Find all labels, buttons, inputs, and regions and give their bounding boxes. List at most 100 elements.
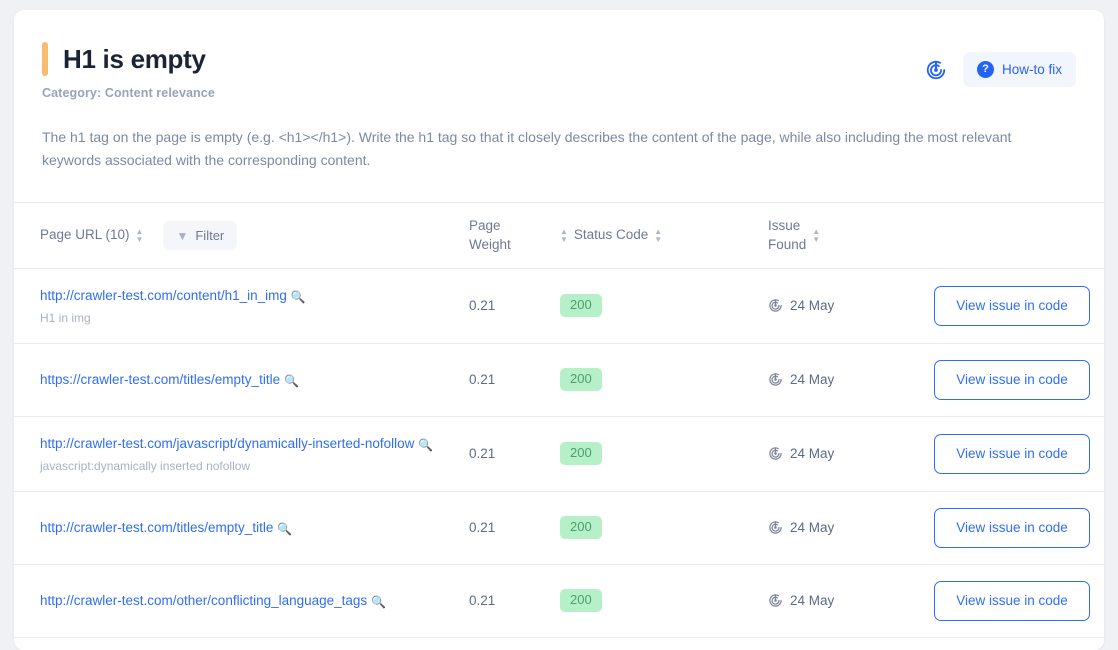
cell-issue-found: 24 May: [754, 564, 914, 638]
cell-issue-found: 24 May: [754, 416, 914, 492]
page-weight-value: 0.21: [469, 446, 496, 462]
issue-found-date: 24 May: [790, 372, 835, 388]
issue-detail-card: H1 is empty Category: Content relevance …: [14, 10, 1104, 650]
column-status-code: ▲ ▼ Status Code ▲ ▼: [554, 203, 754, 269]
cell-page-url: http://crawler-test.com/other/conflictin…: [14, 564, 469, 638]
card-header: H1 is empty Category: Content relevance …: [14, 10, 1104, 100]
radar-icon[interactable]: [923, 57, 949, 83]
column-issue-found: Issue Found ▲ ▼: [754, 203, 914, 269]
cell-status-code: 200: [554, 268, 754, 344]
table-row: http://crawler-test.com/content/h1_in_im…: [14, 268, 1104, 344]
page-weight-value: 0.21: [469, 298, 496, 314]
funnel-icon: ▼: [176, 228, 189, 243]
cell-page-url: https://crawler-test.com/titles/empty_ti…: [14, 343, 469, 417]
view-issue-in-code-button[interactable]: View issue in code: [934, 507, 1090, 548]
cell-issue-found: 24 May: [754, 268, 914, 344]
header-actions: ? How-to fix: [923, 52, 1076, 87]
radar-icon: [769, 373, 782, 386]
page-weight-value: 0.21: [469, 520, 496, 536]
accent-bar: [42, 42, 48, 76]
view-issue-in-code-button[interactable]: View issue in code: [934, 285, 1090, 326]
page-url-subtitle: H1 in img: [40, 311, 91, 326]
status-badge: 200: [560, 442, 602, 466]
cell-action: View issue in code: [914, 491, 1104, 565]
cell-action: View issue in code: [914, 564, 1104, 638]
how-to-fix-button[interactable]: ? How-to fix: [962, 52, 1076, 87]
table-row: https://crawler-test.com/titles/empty_ti…: [14, 343, 1104, 417]
page-url-subtitle: javascript:dynamically inserted nofollow: [40, 459, 251, 474]
page-weight-value: 0.21: [469, 372, 496, 388]
cell-status-code: 200: [554, 416, 754, 492]
page-url: http://crawler-test.com/content/h1_in_im…: [40, 285, 455, 306]
filter-button[interactable]: ▼ Filter: [163, 221, 238, 251]
table-row: http://crawler-test.com/titles/empty_tit…: [14, 491, 1104, 565]
cell-page-weight: 0.21: [469, 564, 554, 638]
status-badge: 200: [560, 294, 602, 318]
how-to-fix-label: How-to fix: [1001, 62, 1062, 77]
table-row: http://crawler-test.com/other/conflictin…: [14, 564, 1104, 638]
issue-category: Category: Content relevance: [42, 86, 215, 100]
radar-icon: [769, 299, 782, 312]
page-url: http://crawler-test.com/titles/empty_tit…: [40, 517, 455, 538]
issue-found-date: 24 May: [790, 446, 835, 462]
sort-icon-issue-found[interactable]: ▲ ▼: [812, 227, 820, 243]
table-header-row: Page URL (10) ▲ ▼ ▼ Filter Page Weight ▲…: [14, 203, 1104, 269]
cell-page-weight: 0.21: [469, 343, 554, 417]
search-icon[interactable]: 🔍: [284, 372, 299, 391]
cell-page-url: http://crawler-test.com/titles/empty_tit…: [14, 491, 469, 565]
cell-action: View issue in code: [914, 343, 1104, 417]
page-url-link[interactable]: http://crawler-test.com/titles/empty_tit…: [40, 520, 273, 535]
search-icon[interactable]: 🔍: [371, 593, 386, 612]
cell-status-code: 200: [554, 491, 754, 565]
cell-action: View issue in code: [914, 268, 1104, 344]
page-weight-value: 0.21: [469, 593, 496, 609]
title-row: H1 is empty: [42, 42, 1076, 76]
view-issue-in-code-button[interactable]: View issue in code: [934, 359, 1090, 400]
page-url-link[interactable]: http://crawler-test.com/content/h1_in_im…: [40, 288, 287, 303]
cell-status-code: 200: [554, 343, 754, 417]
page-url: https://crawler-test.com/titles/empty_ti…: [40, 369, 455, 390]
column-status-code-label: Status Code: [573, 227, 649, 243]
issue-found-date: 24 May: [790, 593, 835, 609]
cell-page-weight: 0.21: [469, 491, 554, 565]
issues-table: Page URL (10) ▲ ▼ ▼ Filter Page Weight ▲…: [14, 203, 1104, 638]
table-row: http://crawler-test.com/javascript/dynam…: [14, 416, 1104, 492]
cell-status-code: 200: [554, 564, 754, 638]
status-badge: 200: [560, 368, 602, 392]
cell-action: View issue in code: [914, 416, 1104, 492]
page-url: http://crawler-test.com/javascript/dynam…: [40, 433, 455, 454]
status-badge: 200: [560, 516, 602, 540]
cell-page-weight: 0.21: [469, 268, 554, 344]
issue-found-date: 24 May: [790, 298, 835, 314]
column-page-url: Page URL (10) ▲ ▼ ▼ Filter: [14, 203, 469, 269]
view-issue-in-code-button[interactable]: View issue in code: [934, 580, 1090, 621]
table-header: Page URL (10) ▲ ▼ ▼ Filter Page Weight ▲…: [14, 203, 1104, 269]
cell-page-url: http://crawler-test.com/content/h1_in_im…: [14, 268, 469, 344]
cell-page-weight: 0.21: [469, 416, 554, 492]
search-icon[interactable]: 🔍: [418, 436, 433, 455]
column-actions: [914, 203, 1104, 269]
page-title: H1 is empty: [63, 44, 206, 74]
issue-found-date: 24 May: [790, 520, 835, 536]
page-url-link[interactable]: http://crawler-test.com/javascript/dynam…: [40, 436, 414, 451]
issue-description: The h1 tag on the page is empty (e.g. <h…: [42, 129, 1012, 168]
radar-icon: [769, 594, 782, 607]
page-url: http://crawler-test.com/other/conflictin…: [40, 590, 455, 611]
column-page-weight-label: Page Weight: [469, 218, 511, 252]
cell-page-url: http://crawler-test.com/javascript/dynam…: [14, 416, 469, 492]
page-url-link[interactable]: https://crawler-test.com/titles/empty_ti…: [40, 372, 280, 387]
view-issue-in-code-button[interactable]: View issue in code: [934, 433, 1090, 474]
sort-icon-status-code[interactable]: ▲ ▼: [654, 227, 662, 243]
table-body: http://crawler-test.com/content/h1_in_im…: [14, 268, 1104, 638]
cell-issue-found: 24 May: [754, 491, 914, 565]
search-icon[interactable]: 🔍: [277, 520, 292, 539]
column-page-weight: Page Weight: [469, 203, 554, 269]
sort-icon-page-url[interactable]: ▲ ▼: [136, 227, 144, 243]
page-url-link[interactable]: http://crawler-test.com/other/conflictin…: [40, 593, 367, 608]
filter-label: Filter: [195, 228, 225, 244]
radar-icon: [769, 521, 782, 534]
search-icon[interactable]: 🔍: [291, 288, 306, 307]
question-mark-icon: ?: [976, 61, 994, 78]
sort-icon-page-weight[interactable]: ▲ ▼: [560, 227, 568, 243]
status-badge: 200: [560, 589, 602, 613]
